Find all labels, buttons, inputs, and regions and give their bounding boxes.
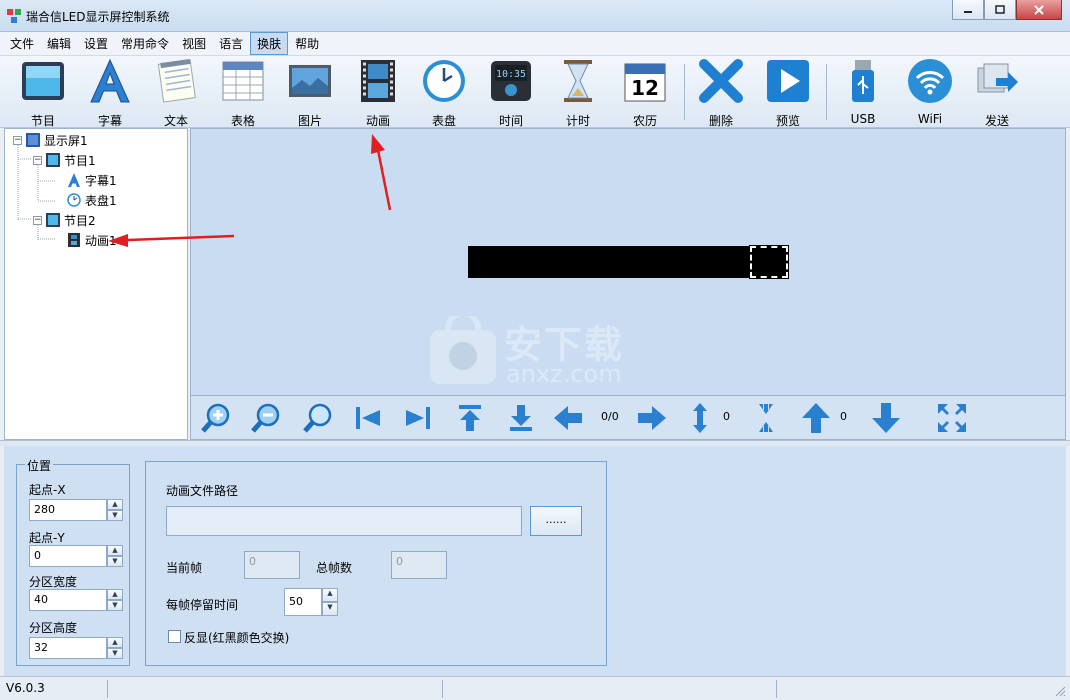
move-bottom-icon <box>510 405 532 431</box>
prev-button[interactable] <box>551 402 585 434</box>
animation-path-input[interactable] <box>166 506 522 536</box>
spin-down-icon[interactable]: ▼ <box>107 600 123 611</box>
spin-down-icon[interactable]: ▼ <box>107 648 123 659</box>
horizontal-value: 0 <box>840 410 847 423</box>
version-label: V6.0.3 <box>6 681 45 695</box>
start-x-label: 起点-X <box>29 483 66 497</box>
last-page-button[interactable] <box>401 402 435 434</box>
resize-grip-icon[interactable] <box>1054 685 1066 697</box>
move-up-button[interactable] <box>799 402 833 434</box>
arrows-vertical-icon <box>693 403 707 433</box>
fullscreen-icon <box>938 404 966 432</box>
invert-checkbox[interactable] <box>168 630 181 643</box>
arrow-right-icon <box>638 406 666 430</box>
region-height-label: 分区高度 <box>29 621 78 635</box>
animation-path-label: 动画文件路径 <box>166 484 239 498</box>
spin-down-icon[interactable]: ▼ <box>107 556 123 567</box>
spin-up-icon[interactable]: ▲ <box>107 589 123 600</box>
vertical-shrink-button[interactable] <box>749 402 783 434</box>
move-bottom-button[interactable] <box>504 402 538 434</box>
first-icon <box>356 407 380 429</box>
region-height-stepper[interactable]: ▲ ▼ <box>107 637 123 659</box>
invert-label: 反显(红黑颜色交换) <box>184 631 290 645</box>
spin-up-icon[interactable]: ▲ <box>107 545 123 556</box>
total-frames-field: 0 <box>391 551 447 579</box>
browse-button[interactable]: ...... <box>530 506 582 536</box>
status-separator <box>776 680 777 698</box>
spin-down-icon[interactable]: ▼ <box>322 602 338 616</box>
arrow-up-icon <box>802 403 830 433</box>
frame-dwell-stepper[interactable]: ▲ ▼ <box>322 588 338 616</box>
start-y-stepper[interactable]: ▲ ▼ <box>107 545 123 567</box>
move-top-icon <box>459 405 481 431</box>
zoom-icon <box>303 403 332 433</box>
move-top-button[interactable] <box>453 402 487 434</box>
position-legend: 位置 <box>25 457 54 474</box>
properties-panel: 位置 起点-X 280 ▲ ▼ 起点-Y 0 ▲ ▼ 分区宽度 40 ▲ ▼ 分区高度… <box>4 446 1066 676</box>
current-frame-field: 0 <box>244 551 300 579</box>
position-group: 位置 起点-X 280 ▲ ▼ 起点-Y 0 ▲ ▼ 分区宽度 40 ▲ ▼ 分区高度… <box>16 457 130 666</box>
zoom-fit-button[interactable] <box>301 402 335 434</box>
status-separator <box>107 680 108 698</box>
spin-up-icon[interactable]: ▲ <box>107 637 123 648</box>
zoom-out-button[interactable] <box>249 402 283 434</box>
zoom-in-icon <box>201 403 230 433</box>
region-width-label: 分区宽度 <box>29 575 78 589</box>
arrows-collapse-icon <box>759 404 773 432</box>
vertical-expand-button[interactable] <box>683 402 717 434</box>
start-x-input[interactable]: 280 <box>29 499 107 521</box>
move-down-button[interactable] <box>869 402 903 434</box>
spin-up-icon[interactable]: ▲ <box>107 499 123 510</box>
start-y-label: 起点-Y <box>29 531 65 545</box>
page-indicator: 0/0 <box>601 410 619 423</box>
last-icon <box>406 407 430 429</box>
current-frame-label: 当前帧 <box>166 561 203 575</box>
spin-down-icon[interactable]: ▼ <box>107 510 123 521</box>
arrow-down-icon <box>872 403 900 433</box>
region-width-input[interactable]: 40 <box>29 589 107 611</box>
region-height-input[interactable]: 32 <box>29 637 107 659</box>
region-width-stepper[interactable]: ▲ ▼ <box>107 589 123 611</box>
frame-dwell-label: 每帧停留时间 <box>166 598 239 612</box>
status-bar: V6.0.3 <box>0 676 1070 700</box>
start-x-stepper[interactable]: ▲ ▼ <box>107 499 123 521</box>
frame-dwell-input[interactable]: 50 <box>284 588 322 616</box>
vertical-value: 0 <box>723 410 730 423</box>
first-page-button[interactable] <box>351 402 385 434</box>
animation-properties-group: 动画文件路径 ...... 当前帧 0 总帧数 0 每帧停留时间 50 ▲ ▼ 反… <box>145 461 607 666</box>
status-separator <box>442 680 443 698</box>
preview-toolbar: 0/0 0 0 <box>190 396 1066 440</box>
spin-up-icon[interactable]: ▲ <box>322 588 338 602</box>
total-frames-label: 总帧数 <box>316 561 353 575</box>
arrow-left-icon <box>554 406 582 430</box>
fullscreen-button[interactable] <box>935 402 969 434</box>
start-y-input[interactable]: 0 <box>29 545 107 567</box>
zoom-in-button[interactable] <box>199 402 233 434</box>
zoom-out-icon <box>251 403 280 433</box>
next-button[interactable] <box>635 402 669 434</box>
